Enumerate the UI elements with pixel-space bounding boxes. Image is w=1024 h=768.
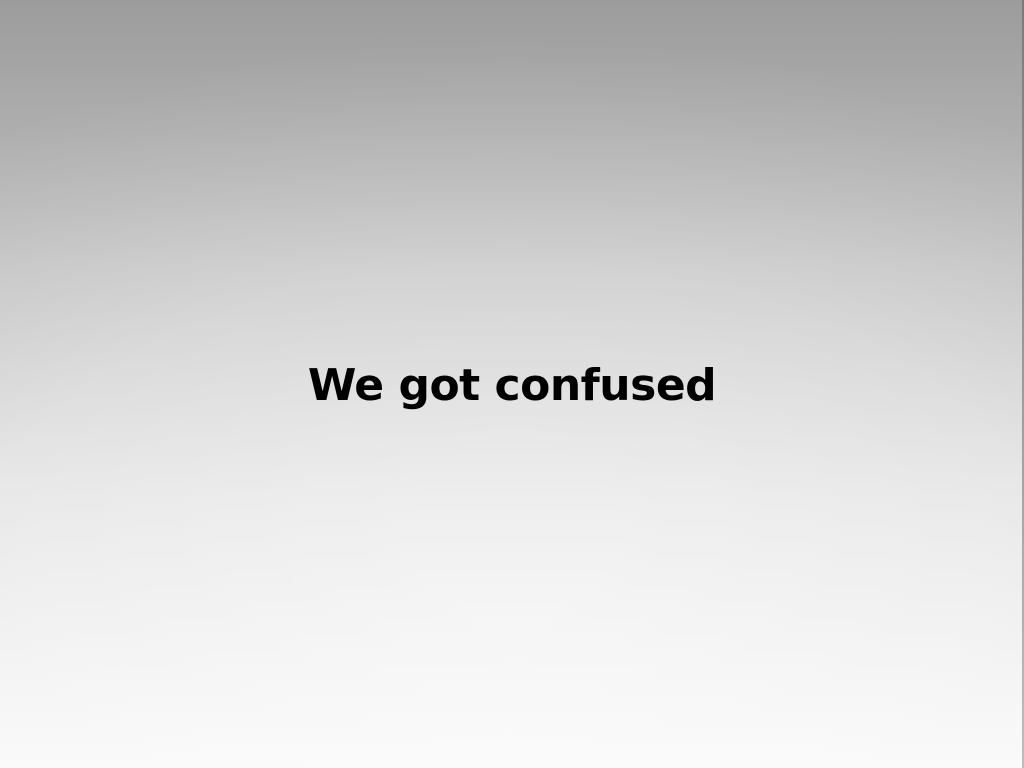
slide-canvas: We got confused <box>0 0 1024 768</box>
slide-title: We got confused <box>307 360 717 411</box>
